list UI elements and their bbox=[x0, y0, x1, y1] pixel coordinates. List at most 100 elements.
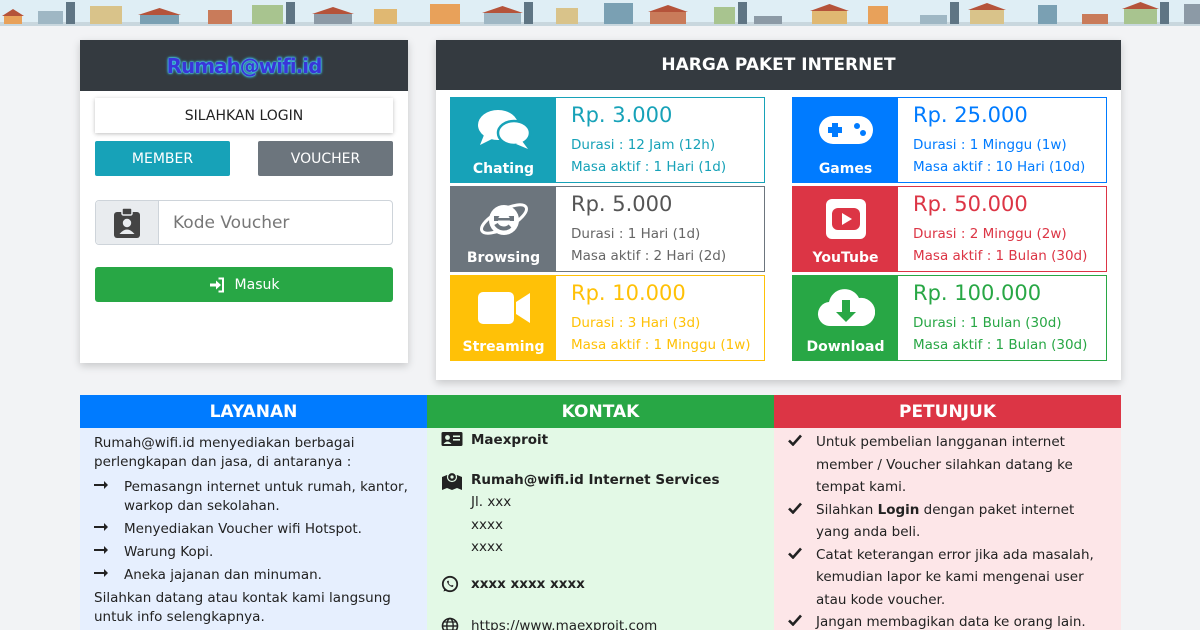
price-card: HARGA PAKET INTERNET Chating Rp. 3.000 Dur… bbox=[436, 40, 1121, 380]
check-icon bbox=[788, 611, 816, 630]
package-name: Chating bbox=[472, 161, 535, 177]
package-price: Rp. 25.000 bbox=[913, 103, 1028, 127]
voucher-code-input[interactable] bbox=[159, 201, 392, 244]
arrow-right-icon bbox=[94, 566, 124, 585]
package-active-period: Masa aktif : 1 Bulan (30d) bbox=[913, 248, 1088, 264]
layanan-title: LAYANAN bbox=[80, 395, 427, 428]
gamepad-icon bbox=[817, 98, 875, 161]
layanan-item: Warung Kopi. bbox=[94, 543, 413, 562]
id-card-icon bbox=[441, 431, 471, 453]
arrow-right-icon bbox=[94, 520, 124, 539]
package-duration: Durasi : 1 Minggu (1w) bbox=[913, 137, 1067, 153]
layanan-item-text: Menyediakan Voucher wifi Hotspot. bbox=[124, 521, 362, 537]
package-price: Rp. 50.000 bbox=[913, 192, 1028, 216]
package-duration: Durasi : 12 Jam (12h) bbox=[571, 137, 716, 153]
package-name: Games bbox=[818, 161, 873, 177]
contact-website-link[interactable]: https://www.maexproit.com bbox=[471, 617, 657, 630]
chat-icon bbox=[476, 98, 532, 161]
package-icon-box: Games bbox=[793, 98, 898, 182]
arrow-right-icon bbox=[94, 543, 124, 562]
contact-address-line: xxxx bbox=[471, 516, 503, 533]
package-info: Rp. 3.000 Durasi : 12 Jam (12h) Masa aktif… bbox=[556, 98, 726, 182]
package-name: YouTube bbox=[812, 250, 879, 266]
check-icon bbox=[788, 431, 816, 499]
layanan-item-text: Pemasangn internet untuk rumah, kantor, … bbox=[124, 479, 408, 514]
contact-address-line: xxxx bbox=[471, 539, 503, 555]
video-camera-icon bbox=[476, 276, 532, 339]
login-title: SILAHKAN LOGIN bbox=[95, 98, 393, 133]
petunjuk-list: Untuk pembelian langganan internet membe… bbox=[774, 428, 1121, 630]
package-duration: Durasi : 1 Bulan (30d) bbox=[913, 315, 1062, 331]
package-name: Download bbox=[806, 339, 885, 355]
package-icon-box: Streaming bbox=[451, 276, 556, 360]
contact-company: Rumah@wifi.id Internet Services bbox=[471, 472, 720, 488]
petunjuk-item: Jangan membagikan data ke orang lain. bbox=[788, 611, 1107, 630]
layanan-item-text: Warung Kopi. bbox=[124, 544, 214, 560]
login-card: Rumah@wifi.id SILAHKAN LOGIN MEMBER VOUC… bbox=[80, 40, 408, 363]
contact-name-row: Maexproit bbox=[441, 431, 760, 453]
kontak-title: KONTAK bbox=[427, 395, 774, 428]
price-card-title: HARGA PAKET INTERNET bbox=[436, 40, 1121, 90]
city-banner bbox=[0, 0, 1200, 26]
map-marker-icon bbox=[441, 471, 471, 497]
package-info: Rp. 10.000 Durasi : 3 Hari (3d) Masa aktif… bbox=[556, 276, 751, 360]
package-info: Rp. 100.000 Durasi : 1 Bulan (30d) Masa ak… bbox=[898, 276, 1087, 360]
arrow-right-icon bbox=[94, 478, 124, 516]
contact-phone: xxxx xxxx xxxx bbox=[471, 575, 585, 592]
package-download: Download Rp. 100.000 Durasi : 1 Bulan (30d… bbox=[792, 275, 1107, 361]
package-duration: Durasi : 3 Hari (3d) bbox=[571, 315, 701, 331]
youtube-icon bbox=[824, 187, 868, 250]
package-info: Rp. 50.000 Durasi : 2 Minggu (2w) Masa akt… bbox=[898, 187, 1087, 271]
layanan-intro: Rumah@wifi.id menyediakan berbagai perle… bbox=[94, 435, 355, 470]
petunjuk-item: Untuk pembelian langganan internet membe… bbox=[788, 431, 1107, 499]
package-browsing: Browsing Rp. 5.000 Durasi : 1 Hari (1d) Mas… bbox=[450, 186, 765, 272]
package-duration: Durasi : 2 Minggu (2w) bbox=[913, 226, 1067, 242]
sign-in-icon bbox=[209, 277, 224, 292]
package-active-period: Masa aktif : 10 Hari (10d) bbox=[913, 159, 1086, 175]
layanan-body: Rumah@wifi.id menyediakan berbagai perle… bbox=[80, 428, 427, 630]
package-price: Rp. 100.000 bbox=[913, 281, 1042, 305]
kontak-panel: KONTAK Maexproit Rumah@wifi.id Internet … bbox=[427, 395, 774, 630]
login-header: Rumah@wifi.id bbox=[80, 40, 408, 91]
petunjuk-item: Silahkan Login dengan paket internet yan… bbox=[788, 499, 1107, 544]
petunjuk-panel: PETUNJUK Untuk pembelian langganan inter… bbox=[774, 395, 1121, 630]
package-active-period: Masa aktif : 1 Bulan (30d) bbox=[913, 337, 1088, 353]
city-skyline-illustration bbox=[0, 2, 1200, 26]
whatsapp-icon bbox=[441, 575, 471, 599]
layanan-outro: Silahkan datang atau kontak kami langsun… bbox=[94, 590, 391, 625]
contact-name: Maexproit bbox=[471, 432, 549, 448]
package-active-period: Masa aktif : 1 Hari (1d) bbox=[571, 159, 727, 175]
petunjuk-item: Catat keterangan error jika ada masalah,… bbox=[788, 544, 1107, 612]
package-info: Rp. 25.000 Durasi : 1 Minggu (1w) Masa akt… bbox=[898, 98, 1085, 182]
layanan-panel: LAYANAN Rumah@wifi.id menyediakan berbag… bbox=[80, 395, 427, 630]
package-name: Browsing bbox=[466, 250, 541, 266]
member-button[interactable]: MEMBER bbox=[95, 141, 230, 176]
package-youtube: YouTube Rp. 50.000 Durasi : 2 Minggu (2w) M… bbox=[792, 186, 1107, 272]
package-price: Rp. 3.000 bbox=[571, 103, 673, 127]
package-name: Streaming bbox=[462, 339, 545, 355]
petunjuk-item-text: Jangan membagikan data ke orang lain. bbox=[816, 614, 1086, 630]
contact-website-row: https://www.maexproit.com bbox=[441, 617, 760, 630]
cloud-download-icon bbox=[817, 276, 875, 339]
check-icon bbox=[788, 544, 816, 612]
login-submit-label: Masuk bbox=[234, 276, 280, 293]
package-icon-box: Download bbox=[793, 276, 898, 360]
globe-icon bbox=[441, 617, 471, 630]
package-price: Rp. 10.000 bbox=[571, 281, 686, 305]
package-icon-box: Browsing bbox=[451, 187, 556, 271]
contact-phone-row: xxxx xxxx xxxx bbox=[441, 575, 760, 599]
package-games: Games Rp. 25.000 Durasi : 1 Minggu (1w) Mas… bbox=[792, 97, 1107, 183]
voucher-button[interactable]: VOUCHER bbox=[258, 141, 393, 176]
layanan-item: Aneka jajanan dan minuman. bbox=[94, 566, 413, 585]
layanan-item: Menyediakan Voucher wifi Hotspot. bbox=[94, 520, 413, 539]
package-icon-box: Chating bbox=[451, 98, 556, 182]
contact-address-line: Jl. xxx bbox=[471, 494, 512, 510]
brand-logo: Rumah@wifi.id bbox=[166, 53, 323, 78]
package-active-period: Masa aktif : 1 Minggu (1w) bbox=[571, 337, 751, 353]
id-badge-icon bbox=[96, 201, 159, 244]
package-active-period: Masa aktif : 2 Hari (2d) bbox=[571, 248, 727, 264]
petunjuk-title: PETUNJUK bbox=[774, 395, 1121, 428]
login-submit-button[interactable]: Masuk bbox=[95, 267, 393, 302]
petunjuk-item-text: Silahkan Login dengan paket internet yan… bbox=[816, 501, 1075, 541]
browser-icon bbox=[478, 187, 530, 250]
